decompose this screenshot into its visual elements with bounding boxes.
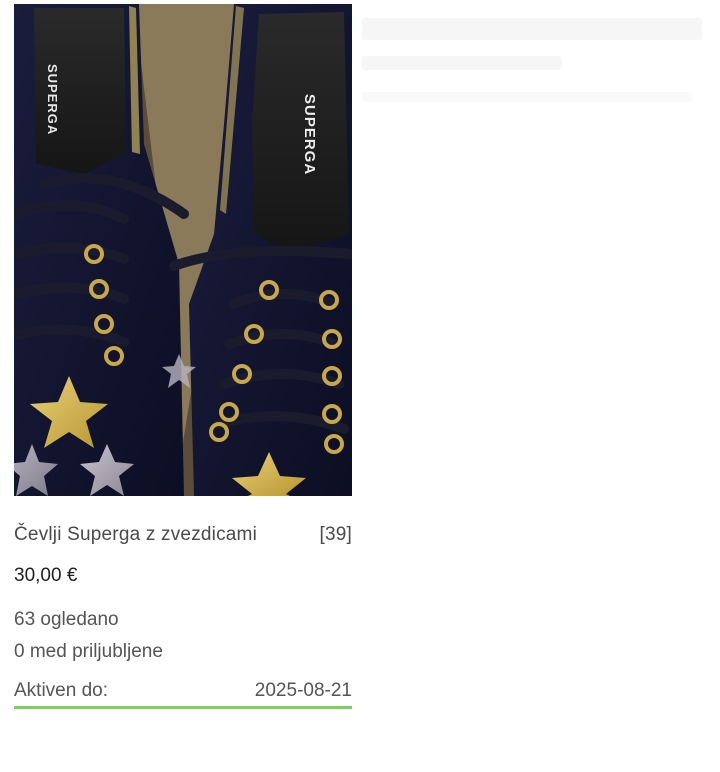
active-until-row: Aktiven do: 2025-08-21: [14, 680, 352, 709]
brand-text-right: SUPERGA: [301, 94, 318, 176]
placeholder-block: [362, 56, 562, 70]
listing-title[interactable]: Čevlji Superga z zvezdicami: [14, 524, 257, 546]
brand-text-left: SUPERGA: [45, 64, 60, 136]
listing-size: [39]: [319, 524, 352, 545]
placeholder-block: [362, 18, 702, 40]
listing-page: SUPERGA SUPERGA Čevlji Superga z zvezdic…: [0, 0, 720, 772]
favorite-count: 0 med priljubljene: [14, 641, 163, 662]
listing-card[interactable]: SUPERGA SUPERGA Čevlji Superga z zvezdic…: [14, 4, 352, 709]
listing-photo[interactable]: SUPERGA SUPERGA: [14, 4, 352, 496]
listing-title-row[interactable]: Čevlji Superga z zvezdicami [39]: [14, 524, 352, 546]
listing-price: 30,00 €: [14, 565, 78, 586]
placeholder-block: [362, 92, 692, 102]
view-count: 63 ogledano: [14, 609, 119, 630]
active-until-date: 2025-08-21: [254, 680, 352, 701]
active-until-label: Aktiven do:: [14, 680, 108, 701]
